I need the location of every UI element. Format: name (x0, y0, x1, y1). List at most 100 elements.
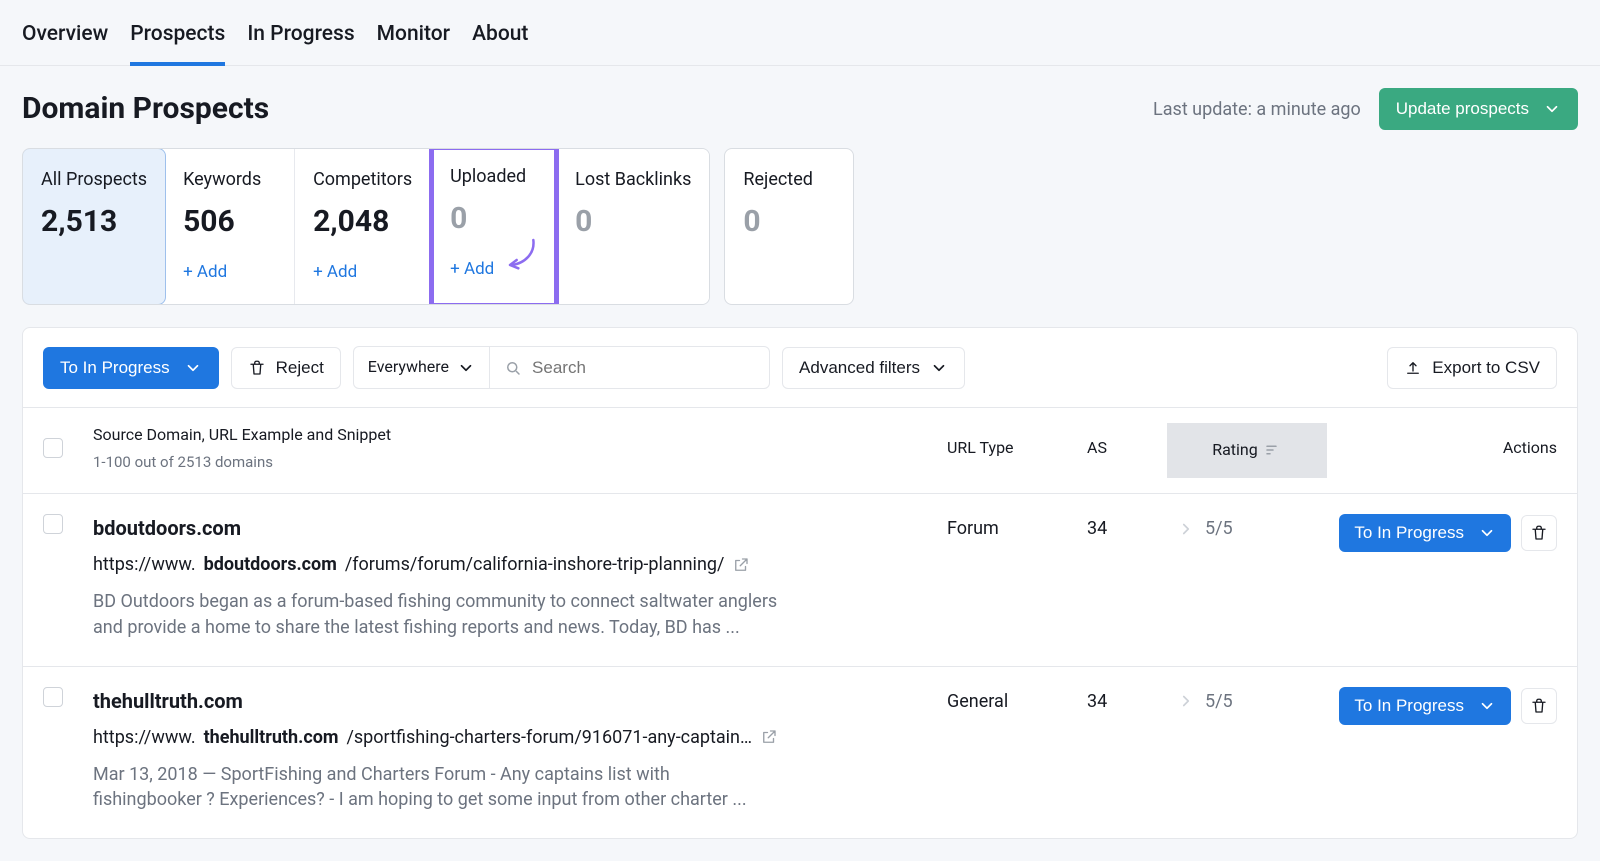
row-domain[interactable]: thehulltruth.com (93, 687, 947, 715)
tab-overview[interactable]: Overview (22, 20, 108, 65)
row-url-type: General (947, 687, 1087, 714)
th-source: Source Domain, URL Example and Snippet (93, 424, 947, 446)
card-label: Rejected (743, 167, 835, 192)
chevron-down-icon (184, 359, 202, 377)
export-csv-button[interactable]: Export to CSV (1387, 347, 1557, 389)
row-snippet: Mar 13, 2018 — SportFishing and Charters… (93, 762, 783, 812)
row-rating[interactable]: 5/5 (1177, 687, 1317, 714)
update-prospects-label: Update prospects (1396, 99, 1529, 119)
row-delete-button[interactable] (1521, 515, 1557, 551)
search-segment[interactable] (490, 347, 769, 387)
summary-cards: All Prospects 2,513 Keywords 506 + Add C… (22, 148, 710, 305)
scope-search-combo: Everywhere (353, 346, 770, 388)
row-checkbox[interactable] (43, 687, 63, 707)
row-as: 34 (1087, 687, 1177, 714)
last-update-label: Last update: a minute ago (1153, 97, 1361, 122)
url-path: /sportfishing-charters-forum/916071-any-… (346, 725, 752, 750)
url-prefix: https://www. (93, 552, 196, 577)
card-competitors[interactable]: Competitors 2,048 + Add (295, 149, 431, 304)
tab-prospects[interactable]: Prospects (130, 20, 225, 65)
card-label: All Prospects (41, 167, 147, 192)
chevron-down-icon (930, 359, 948, 377)
table-row: bdoutdoors.com https://www. bdoutdoors.co… (23, 494, 1577, 667)
reject-label: Reject (276, 358, 324, 378)
annotation-arrow-icon (500, 235, 540, 281)
row-to-in-progress-button[interactable]: To In Progress (1339, 514, 1511, 552)
reject-button[interactable]: Reject (231, 347, 341, 389)
card-label: Uploaded (450, 164, 538, 189)
url-host: thehulltruth.com (204, 725, 339, 750)
row-url[interactable]: https://www. bdoutdoors.com/forums/forum/… (93, 552, 947, 577)
row-snippet: BD Outdoors began as a forum-based fishi… (93, 589, 783, 639)
chevron-down-icon (457, 359, 475, 377)
card-value: 2,513 (41, 201, 147, 243)
table-toolbar: To In Progress Reject Everywhere Advance… (23, 328, 1577, 406)
row-rating-value: 5/5 (1205, 516, 1233, 541)
export-csv-label: Export to CSV (1432, 358, 1540, 378)
external-link-icon[interactable] (760, 728, 778, 746)
url-path: /forums/forum/california-inshore-trip-pl… (345, 552, 725, 577)
to-in-progress-button[interactable]: To In Progress (43, 347, 219, 389)
tab-monitor[interactable]: Monitor (377, 20, 450, 65)
row-url[interactable]: https://www. thehulltruth.com/sportfishin… (93, 725, 947, 750)
add-upload-link[interactable]: + Add (450, 258, 494, 282)
trash-icon (248, 359, 266, 377)
scope-label: Everywhere (368, 356, 449, 378)
advanced-filters-label: Advanced filters (799, 358, 920, 378)
row-rating-value: 5/5 (1205, 689, 1233, 714)
advanced-filters-button[interactable]: Advanced filters (782, 347, 965, 389)
card-value: 0 (575, 201, 691, 243)
row-domain[interactable]: bdoutdoors.com (93, 514, 947, 542)
scope-dropdown[interactable]: Everywhere (354, 347, 490, 387)
chevron-right-icon (1177, 520, 1195, 538)
chevron-down-icon (1478, 524, 1496, 542)
page-title: Domain Prospects (22, 88, 269, 130)
external-link-icon[interactable] (732, 556, 750, 574)
to-in-progress-label: To In Progress (60, 358, 170, 378)
row-action-label: To In Progress (1354, 696, 1464, 716)
url-host: bdoutdoors.com (204, 552, 337, 577)
sort-icon (1264, 441, 1282, 459)
trash-icon (1530, 697, 1548, 715)
row-action-label: To In Progress (1354, 523, 1464, 543)
card-rejected[interactable]: Rejected 0 (724, 148, 854, 305)
card-label: Lost Backlinks (575, 167, 691, 192)
row-as: 34 (1087, 514, 1177, 541)
table-header-row: Source Domain, URL Example and Snippet 1… (23, 407, 1577, 494)
trash-icon (1530, 524, 1548, 542)
card-value: 0 (450, 198, 538, 240)
row-delete-button[interactable] (1521, 688, 1557, 724)
th-actions: Actions (1503, 437, 1557, 459)
card-all-prospects[interactable]: All Prospects 2,513 (22, 148, 166, 305)
row-checkbox[interactable] (43, 514, 63, 534)
card-keywords[interactable]: Keywords 506 + Add (165, 149, 295, 304)
card-label: Keywords (183, 167, 276, 192)
url-prefix: https://www. (93, 725, 196, 750)
update-prospects-button[interactable]: Update prospects (1379, 88, 1578, 130)
card-lost-backlinks[interactable]: Lost Backlinks 0 (557, 149, 709, 304)
table-row: thehulltruth.com https://www. thehulltrut… (23, 667, 1577, 839)
select-all-checkbox[interactable] (43, 438, 63, 458)
top-tabs: Overview Prospects In Progress Monitor A… (0, 0, 1600, 66)
upload-icon (1404, 359, 1422, 377)
card-uploaded[interactable]: Uploaded 0 + Add (429, 148, 559, 305)
search-input[interactable] (530, 357, 755, 379)
row-rating[interactable]: 5/5 (1177, 514, 1317, 541)
th-as[interactable]: AS (1087, 437, 1177, 459)
card-label: Competitors (313, 167, 412, 192)
card-value: 506 (183, 201, 276, 243)
row-to-in-progress-button[interactable]: To In Progress (1339, 687, 1511, 725)
add-keyword-link[interactable]: + Add (183, 261, 227, 285)
tab-about[interactable]: About (472, 20, 528, 65)
row-url-type: Forum (947, 514, 1087, 541)
chevron-right-icon (1177, 692, 1195, 710)
search-icon (504, 359, 522, 377)
card-value: 2,048 (313, 201, 412, 243)
card-value: 0 (743, 201, 835, 243)
add-competitor-link[interactable]: + Add (313, 261, 357, 285)
tab-in-progress[interactable]: In Progress (247, 20, 354, 65)
th-source-sub: 1-100 out of 2513 domains (93, 452, 947, 473)
chevron-down-icon (1543, 100, 1561, 118)
th-rating[interactable]: Rating (1167, 423, 1327, 477)
th-url-type[interactable]: URL Type (947, 437, 1087, 459)
